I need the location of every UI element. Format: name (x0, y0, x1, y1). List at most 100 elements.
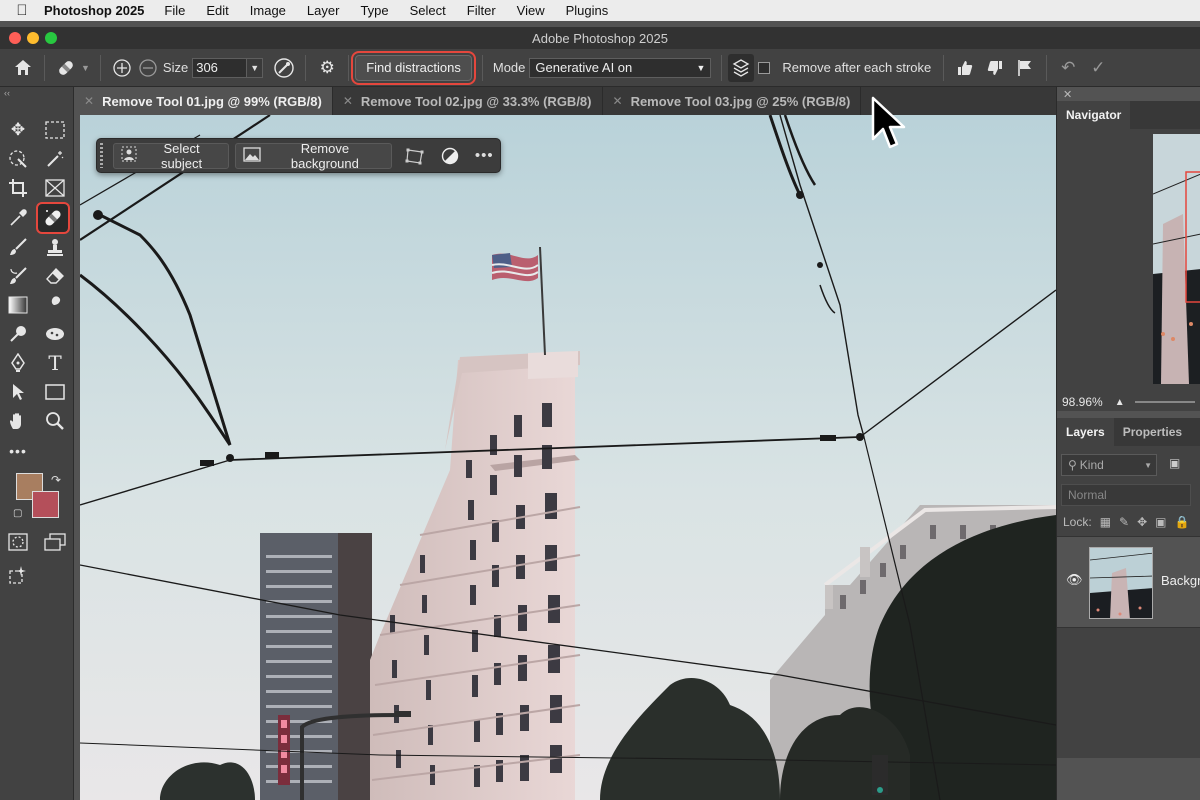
more-tools-icon[interactable]: ••• (3, 437, 33, 465)
tab-layers[interactable]: Layers (1057, 418, 1114, 446)
tab-remove-tool-03[interactable]: ✕ Remove Tool 03.jpg @ 25% (RGB/8) (603, 87, 862, 115)
brush-tool-icon[interactable] (3, 233, 33, 261)
home-icon[interactable] (8, 53, 38, 83)
lock-paint-icon[interactable]: ✎ (1119, 515, 1129, 529)
frame-tool-icon[interactable] (40, 174, 70, 202)
layer-row-background[interactable]: 👁 Backgr (1057, 536, 1200, 628)
eraser-tool-icon[interactable] (40, 262, 70, 290)
stamp-tool-icon[interactable] (40, 233, 70, 261)
type-tool-icon[interactable]: T (40, 349, 70, 377)
dodge-tool-icon[interactable] (3, 320, 33, 348)
layer-name[interactable]: Backgr (1161, 573, 1200, 588)
path-selection-tool-icon[interactable] (3, 378, 33, 406)
document-canvas[interactable] (80, 115, 1056, 800)
close-icon[interactable]: ✕ (343, 94, 353, 108)
thumbs-down-icon[interactable] (980, 53, 1010, 83)
undo-icon[interactable]: ↶ (1053, 53, 1083, 83)
flag-icon[interactable] (1010, 53, 1040, 83)
lock-transparent-icon[interactable]: ▦ (1100, 515, 1111, 529)
quick-mask-icon[interactable] (3, 528, 33, 556)
menu-image[interactable]: Image (250, 3, 286, 18)
sponge-tool-icon[interactable] (40, 320, 70, 348)
blend-mode-select[interactable]: Normal (1061, 484, 1191, 506)
tab-label: Remove Tool 01.jpg @ 99% (RGB/8) (102, 93, 322, 109)
window-close-button[interactable] (9, 32, 21, 44)
navigator-zoom-value[interactable]: 98.96% (1062, 395, 1103, 409)
remove-after-stroke-checkbox[interactable] (758, 61, 771, 74)
menu-type[interactable]: Type (360, 3, 388, 18)
move-tool-icon[interactable]: ✥ (3, 116, 33, 144)
layer-filter-kind[interactable]: ⚲ Kind ▼ (1061, 454, 1157, 476)
size-dropdown-icon[interactable]: ▼ (247, 57, 264, 78)
magic-wand-tool-icon[interactable] (40, 145, 70, 173)
rectangle-tool-icon[interactable] (40, 378, 70, 406)
history-brush-tool-icon[interactable] (3, 262, 33, 290)
sample-all-layers-icon[interactable] (728, 53, 755, 82)
menu-edit[interactable]: Edit (206, 3, 228, 18)
eye-icon[interactable]: 👁 (1066, 572, 1083, 588)
tab-properties[interactable]: Properties (1114, 418, 1191, 446)
menu-plugins[interactable]: Plugins (566, 3, 609, 18)
menu-app-name[interactable]: Photoshop 2025 (44, 3, 144, 18)
menu-select[interactable]: Select (410, 3, 446, 18)
gradient-tool-icon[interactable] (3, 291, 33, 319)
swap-colors-icon[interactable]: ↷ (51, 473, 61, 487)
remove-background-button[interactable]: Remove background (235, 141, 392, 171)
divider (721, 54, 723, 81)
apple-icon[interactable]:  (0, 2, 44, 19)
drag-handle[interactable] (100, 143, 103, 168)
lock-all-icon[interactable]: 🔒 (1175, 515, 1190, 529)
marquee-tool-icon[interactable] (40, 116, 70, 144)
gear-icon[interactable]: ⚙ (312, 53, 342, 83)
eyedropper-tool-icon[interactable] (3, 204, 33, 232)
subtract-from-stroke-icon[interactable] (137, 53, 159, 83)
commit-check-icon[interactable]: ✓ (1083, 53, 1113, 83)
tab-remove-tool-02[interactable]: ✕ Remove Tool 02.jpg @ 33.3% (RGB/8) (333, 87, 603, 115)
mountain-small-icon[interactable]: ▲ (1115, 397, 1125, 408)
thumbs-up-icon[interactable] (950, 53, 980, 83)
menu-layer[interactable]: Layer (307, 3, 340, 18)
close-icon[interactable]: ✕ (1063, 88, 1072, 101)
pen-tool-icon[interactable] (3, 349, 33, 377)
lock-position-icon[interactable]: ✥ (1137, 515, 1147, 529)
chevron-down-icon[interactable]: ▼ (81, 63, 90, 73)
pressure-size-icon[interactable] (269, 53, 299, 83)
adjustment-icon[interactable] (434, 143, 465, 169)
lock-artboard-icon[interactable]: ▣ (1155, 515, 1166, 529)
default-colors-icon[interactable]: ▢ (13, 508, 22, 519)
window-title: Adobe Photoshop 2025 (532, 30, 668, 46)
search-icon: ⚲ (1068, 458, 1077, 472)
mode-select[interactable]: Generative AI on ▼ (529, 57, 712, 78)
hand-tool-icon[interactable] (3, 407, 33, 435)
close-icon[interactable]: ✕ (613, 94, 623, 108)
quick-selection-tool-icon[interactable] (3, 145, 33, 173)
window-minimize-button[interactable] (27, 32, 39, 44)
crop-tool-icon[interactable] (3, 174, 33, 202)
zoom-tool-icon[interactable] (40, 407, 70, 435)
menu-filter[interactable]: Filter (467, 3, 496, 18)
select-subject-button[interactable]: Select subject (112, 141, 230, 171)
collapse-icon[interactable]: ‹‹ (4, 88, 10, 98)
tab-remove-tool-01[interactable]: ✕ Remove Tool 01.jpg @ 99% (RGB/8) (74, 87, 333, 115)
menu-view[interactable]: View (517, 3, 545, 18)
divider (305, 54, 307, 81)
menu-file[interactable]: File (164, 3, 185, 18)
tab-adjustments[interactable]: A (1191, 418, 1200, 446)
navigator-thumbnail[interactable] (1153, 134, 1200, 384)
zoom-slider[interactable] (1134, 401, 1195, 403)
screen-mode-icon[interactable] (40, 528, 70, 556)
add-to-stroke-icon[interactable] (107, 53, 137, 83)
smudge-tool-icon[interactable] (40, 291, 70, 319)
more-options-icon[interactable]: ••• (469, 143, 500, 169)
transform-icon[interactable] (400, 143, 431, 169)
window-maximize-button[interactable] (45, 32, 57, 44)
background-color-swatch[interactable] (32, 491, 59, 518)
find-distractions-button[interactable]: Find distractions (351, 50, 476, 85)
size-input[interactable] (192, 57, 248, 78)
close-icon[interactable]: ✕ (84, 94, 94, 108)
remove-tool-preset-icon[interactable] (51, 53, 81, 83)
remove-tool-icon[interactable] (36, 202, 70, 234)
edit-toolbar-icon[interactable] (3, 561, 33, 589)
image-filter-icon[interactable]: ▣ (1169, 456, 1180, 470)
tab-navigator[interactable]: Navigator (1057, 101, 1131, 129)
